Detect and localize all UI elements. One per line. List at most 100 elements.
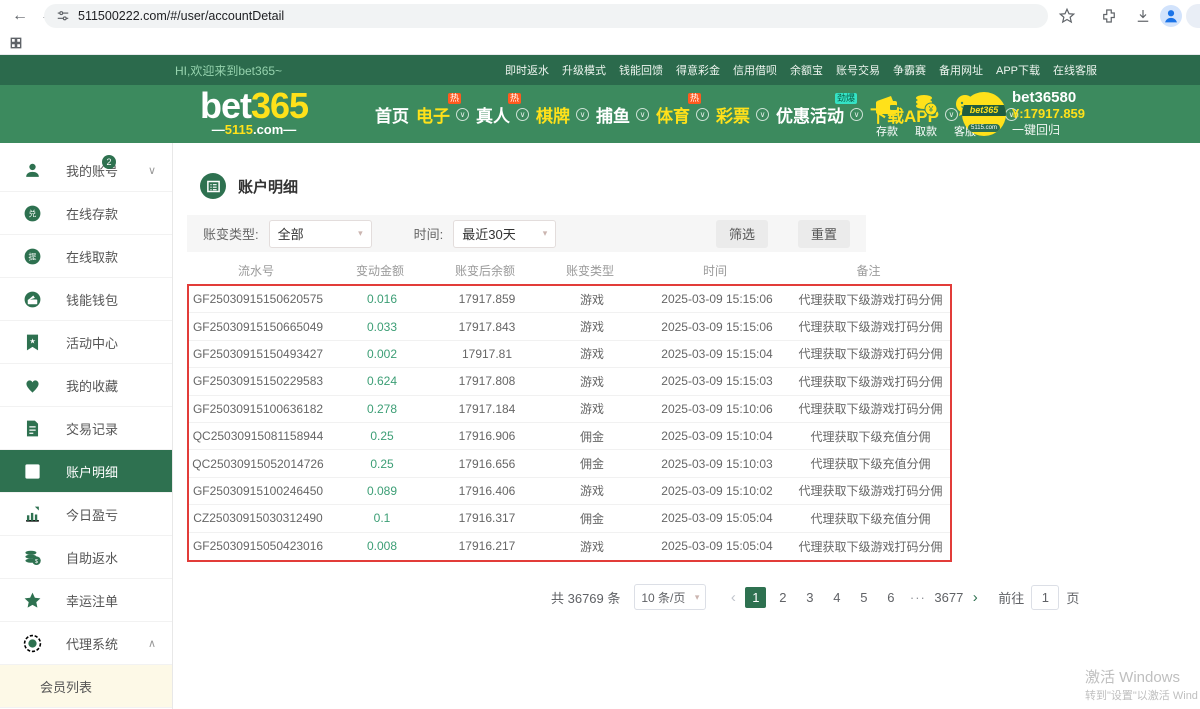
cell-time: 2025-03-09 15:10:06	[647, 402, 787, 416]
topbar-link[interactable]: 备用网址	[939, 62, 983, 78]
cell-remark: 代理获取下级充值分佣	[787, 510, 954, 527]
time-filter-select[interactable]: 最近30天 ▾	[453, 220, 556, 248]
table-row[interactable]: GF250309151506205750.01617917.859游戏2025-…	[189, 286, 950, 313]
topbar-link[interactable]: 余额宝	[790, 62, 823, 78]
page-number[interactable]: 3677	[934, 587, 963, 608]
browser-profile-avatar[interactable]	[1160, 5, 1182, 27]
svg-text:¥: ¥	[928, 105, 934, 114]
apps-grid-icon[interactable]	[9, 36, 23, 50]
sidebar-item-我的账号[interactable]: 我的账号2∨	[0, 149, 172, 192]
sidebar-item-label: 会员列表	[40, 677, 92, 696]
topbar-link[interactable]: 信用借呗	[733, 62, 777, 78]
page-size-select[interactable]: 10 条/页 ▾	[634, 584, 706, 610]
goto-page-input[interactable]	[1031, 585, 1059, 610]
download-icon[interactable]	[1134, 7, 1152, 25]
table-row[interactable]: CZ250309150303124900.117916.317佣金2025-03…	[189, 505, 950, 532]
account-info: bet36580 ¥:17917.859 一键回归	[1012, 90, 1085, 138]
extensions-icon[interactable]	[1100, 7, 1118, 25]
table-row[interactable]: GF250309151504934270.00217917.81游戏2025-0…	[189, 341, 950, 368]
prev-page-icon[interactable]: ‹	[724, 589, 742, 606]
sidebar-menu: 我的账号2∨兑在线存款提在线取款钱能钱包★活动中心我的收藏交易记录账户明细今日盈…	[0, 143, 173, 709]
sidebar-item-在线取款[interactable]: 提在线取款	[0, 235, 172, 278]
cell-amount: 0.1	[327, 511, 437, 525]
nav-link[interactable]: 棋牌	[536, 102, 570, 127]
sidebar-item-幸运注单[interactable]: 幸运注单	[0, 579, 172, 622]
sidebar-item-自助返水[interactable]: $自助返水	[0, 536, 172, 579]
type-filter-select[interactable]: 全部 ▾	[269, 220, 372, 248]
url-text[interactable]: 511500222.com/#/user/accountDetail	[78, 9, 284, 23]
address-bar[interactable]: 511500222.com/#/user/accountDetail	[44, 4, 1048, 28]
topbar-link[interactable]: 即时返水	[505, 62, 549, 78]
table-row[interactable]: QC250309150520147260.2517916.656佣金2025-0…	[189, 450, 950, 477]
next-page-icon[interactable]: ›	[966, 589, 984, 606]
cell-flow-no: GF25030915150620575	[189, 292, 327, 306]
main-content: 账户明细 账变类型: 全部 ▾ 时间: 最近30天 ▾ 筛选 重置 流水号变动金…	[173, 143, 1200, 709]
page-numbers: 123456···3677	[742, 587, 966, 608]
nav-link[interactable]: 首页	[375, 102, 409, 127]
topbar-link[interactable]: 升级模式	[562, 62, 606, 78]
nav-link[interactable]: 电子	[416, 102, 450, 127]
sidebar-item-活动中心[interactable]: ★活动中心	[0, 321, 172, 364]
topbar-link[interactable]: 争霸赛	[893, 62, 926, 78]
topbar-link[interactable]: 在线客服	[1053, 62, 1097, 78]
cell-type: 游戏	[537, 318, 647, 335]
cell-type: 佣金	[537, 455, 647, 472]
sidebar-item-代理系统[interactable]: 代理系统∧	[0, 622, 172, 665]
page-number[interactable]: 1	[745, 587, 766, 608]
page-number[interactable]: 5	[853, 587, 874, 608]
sidebar-item-今日盈亏[interactable]: 今日盈亏	[0, 493, 172, 536]
nav-link[interactable]: 彩票	[716, 102, 750, 127]
nav-link[interactable]: 捕鱼	[596, 102, 630, 127]
reset-button[interactable]: 重置	[798, 220, 850, 248]
nav-link[interactable]: 体育	[656, 102, 690, 127]
cell-time: 2025-03-09 15:05:04	[647, 511, 787, 525]
sidebar-item-在线存款[interactable]: 兑在线存款	[0, 192, 172, 235]
cell-amount: 0.25	[327, 457, 437, 471]
topbar-link[interactable]: 得意彩金	[676, 62, 720, 78]
one-key-return-button[interactable]: 一键回归	[1012, 122, 1085, 138]
welcome-message: HI,欢迎来到bet365~	[175, 62, 282, 79]
deposit-wallet-button[interactable]: 存款	[872, 93, 902, 139]
table-row[interactable]: GF250309151006361820.27817917.184游戏2025-…	[189, 396, 950, 423]
cell-remark: 代理获取下级游戏打码分佣	[787, 400, 954, 417]
sidebar-item-会员列表[interactable]: 会员列表	[0, 665, 172, 708]
sidebar-item-label: 代理系统	[66, 634, 118, 653]
sidebar-item-我的收藏[interactable]: 我的收藏	[0, 364, 172, 407]
site-settings-icon[interactable]	[56, 9, 70, 23]
page-number[interactable]: 6	[880, 587, 901, 608]
sidebar-item-交易记录[interactable]: 交易记录	[0, 407, 172, 450]
topbar-link[interactable]: APP下载	[996, 62, 1040, 78]
sidebar-item-钱能钱包[interactable]: 钱能钱包	[0, 278, 172, 321]
cell-type: 游戏	[537, 482, 647, 499]
page-number[interactable]: 4	[826, 587, 847, 608]
table-row[interactable]: GF250309150504230160.00817916.217游戏2025-…	[189, 533, 950, 560]
cell-type: 佣金	[537, 428, 647, 445]
table-row[interactable]: GF250309151002464500.08917916.406游戏2025-…	[189, 478, 950, 505]
browser-menu[interactable]	[1186, 4, 1200, 28]
filter-button[interactable]: 筛选	[716, 220, 768, 248]
topbar-link[interactable]: 钱能回馈	[619, 62, 663, 78]
topbar-link[interactable]: 账号交易	[836, 62, 880, 78]
site-logo[interactable]: bet365 —5115.com—	[200, 89, 308, 137]
browser-back-icon[interactable]: ←	[8, 4, 32, 28]
chevron-down-icon: ∨	[696, 108, 709, 121]
page-number[interactable]: 2	[772, 587, 793, 608]
bookmark-star-icon[interactable]	[1058, 7, 1076, 25]
table-row[interactable]: QC250309150811589440.2517916.906佣金2025-0…	[189, 423, 950, 450]
favorites-heart-icon	[22, 375, 42, 395]
withdraw-coins-button[interactable]: ¥取款	[911, 93, 941, 139]
page-title-row: 账户明细	[200, 173, 298, 199]
cell-balance: 17917.843	[437, 320, 537, 334]
page-number[interactable]: 3	[799, 587, 820, 608]
cell-amount: 0.008	[327, 539, 437, 553]
nav-link[interactable]: 真人	[476, 102, 510, 127]
nav-item-真人: 真人热∨	[476, 102, 529, 127]
nav-link[interactable]: 优惠活动	[776, 102, 844, 127]
chevron-down-icon: ▾	[695, 592, 700, 603]
cell-remark: 代理获取下级充值分佣	[787, 428, 954, 445]
table-row[interactable]: GF250309151506650490.03317917.843游戏2025-…	[189, 313, 950, 340]
sidebar-item-账户明细[interactable]: 账户明细	[0, 450, 172, 493]
nav-item-捕鱼: 捕鱼∨	[596, 102, 649, 127]
table-row[interactable]: GF250309151502295830.62417917.808游戏2025-…	[189, 368, 950, 395]
chevron-down-icon: ∨	[148, 164, 156, 177]
